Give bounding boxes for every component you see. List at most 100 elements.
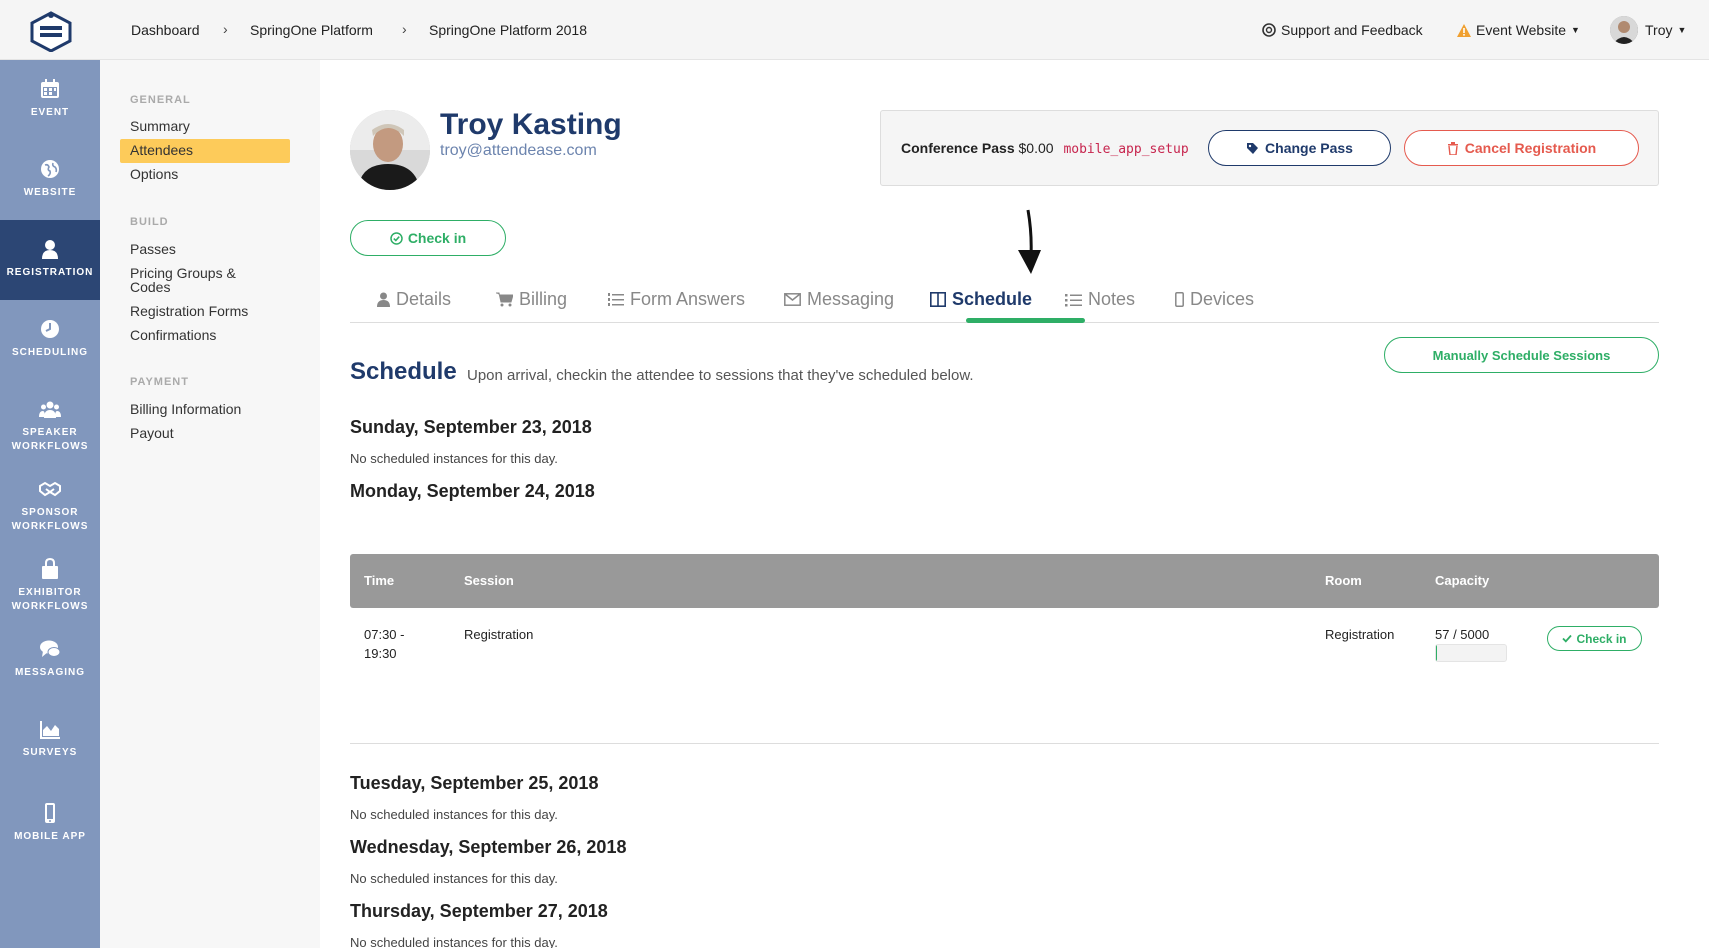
capacity-bar <box>1435 644 1507 662</box>
subnav-item-registration-forms[interactable]: Registration Forms <box>130 304 248 319</box>
user-icon <box>377 292 390 307</box>
attendee-name: Troy Kasting <box>440 108 622 141</box>
globe-icon <box>41 160 59 178</box>
event-website-label: Event Website <box>1476 22 1567 38</box>
nav-registration[interactable]: REGISTRATION <box>0 220 100 300</box>
capacity-bar-fill <box>1436 645 1437 661</box>
change-pass-button[interactable]: Change Pass <box>1208 130 1391 166</box>
nav-label-line2: WORKFLOWS <box>11 601 89 612</box>
subnav-item-summary[interactable]: Summary <box>130 119 190 134</box>
breadcrumb-event[interactable]: SpringOne Platform 2018 <box>429 22 587 38</box>
tab-label: Details <box>396 289 452 309</box>
top-bar: Dashboard › SpringOne Platform › SpringO… <box>0 0 1709 60</box>
trash-icon <box>1447 141 1458 155</box>
subnav-item-passes[interactable]: Passes <box>130 242 176 257</box>
mobile-icon <box>45 803 55 823</box>
user-menu[interactable]: Troy ▼ <box>1645 22 1686 38</box>
cart-icon <box>496 292 513 307</box>
column-time: Time <box>364 573 395 588</box>
nav-label: SPEAKER <box>22 427 78 438</box>
nav-label-line2: WORKFLOWS <box>11 441 89 452</box>
nav-messaging[interactable]: MESSAGING <box>0 620 100 700</box>
event-website-dropdown[interactable]: Event Website ▼ <box>1457 22 1580 38</box>
session-room: Registration <box>1325 627 1395 642</box>
schedule-title: Schedule <box>350 358 457 385</box>
nav-label: REGISTRATION <box>6 267 94 278</box>
no-instances-text: No scheduled instances for this day. <box>350 871 558 886</box>
day-heading: Thursday, September 27, 2018 <box>350 901 608 921</box>
calendar-icon <box>41 79 59 98</box>
mobile-icon <box>1175 292 1184 307</box>
list-ol-icon <box>608 293 624 306</box>
attendee-email[interactable]: troy@attendease.com <box>440 142 597 160</box>
logo-icon[interactable] <box>26 10 76 52</box>
user-avatar[interactable] <box>1610 16 1638 44</box>
support-link[interactable]: Support and Feedback <box>1262 22 1423 38</box>
tab-label: Messaging <box>807 289 895 309</box>
subnav-item-confirmations[interactable]: Confirmations <box>130 328 216 343</box>
caret-down-icon: ▼ <box>1677 25 1687 35</box>
day-heading: Monday, September 24, 2018 <box>350 481 595 501</box>
list-icon <box>1065 293 1082 306</box>
tab-form-answers[interactable]: Form Answers <box>608 289 745 310</box>
subnav-heading-build: BUILD <box>130 216 169 228</box>
breadcrumb-event-group[interactable]: SpringOne Platform <box>250 22 373 38</box>
main-nav: EVENT WEBSITE REGISTRATION SCHEDULING SP… <box>0 60 100 948</box>
tab-messaging[interactable]: Messaging <box>784 289 894 310</box>
tab-billing[interactable]: Billing <box>496 289 567 310</box>
chevron-right-icon: › <box>402 21 407 37</box>
session-time-end: 19:30 <box>364 646 397 661</box>
no-instances-text: No scheduled instances for this day. <box>350 807 558 822</box>
check-circle-icon <box>390 231 403 245</box>
day-heading: Tuesday, September 25, 2018 <box>350 773 599 793</box>
caret-down-icon: ▼ <box>1571 25 1580 35</box>
nav-label: SURVEYS <box>22 747 78 758</box>
tab-details[interactable]: Details <box>377 289 451 310</box>
nav-sponsor-workflows[interactable]: SPONSOR WORKFLOWS <box>0 460 100 540</box>
nav-label: SPONSOR <box>21 507 79 518</box>
chevron-right-icon: › <box>223 21 228 37</box>
columns-icon <box>930 292 946 307</box>
nav-label: EVENT <box>30 107 70 118</box>
nav-scheduling[interactable]: SCHEDULING <box>0 300 100 380</box>
subnav-item-payout[interactable]: Payout <box>130 426 174 441</box>
pass-info: Conference Pass $0.00 mobile_app_setup <box>901 140 1189 157</box>
subnav-item-pricing-codes[interactable]: Codes <box>130 280 170 295</box>
nav-website[interactable]: WEBSITE <box>0 140 100 220</box>
tab-notes[interactable]: Notes <box>1065 289 1135 310</box>
schedule-table-header: Time Session Room Capacity <box>350 554 1659 608</box>
shopping-bag-icon <box>42 558 58 579</box>
tab-devices[interactable]: Devices <box>1175 289 1254 310</box>
nav-mobile-app[interactable]: MOBILE APP <box>0 780 100 868</box>
tab-label: Schedule <box>952 289 1033 309</box>
tag-icon <box>1247 142 1259 154</box>
session-check-in-label: Check in <box>1576 631 1627 646</box>
column-room: Room <box>1325 573 1362 588</box>
nav-speaker-workflows[interactable]: SPEAKER WORKFLOWS <box>0 380 100 460</box>
active-tab-indicator <box>966 318 1085 323</box>
subnav-item-billing-information[interactable]: Billing Information <box>130 402 241 417</box>
session-time-start: 07:30 - <box>364 627 405 642</box>
check-in-label: Check in <box>407 230 467 246</box>
session-capacity: 57 / 5000 <box>1435 627 1490 642</box>
tab-label: Form Answers <box>630 289 746 309</box>
manually-schedule-button[interactable]: Manually Schedule Sessions <box>1384 337 1659 373</box>
day-heading: Wednesday, September 26, 2018 <box>350 837 627 857</box>
nav-label: WEBSITE <box>23 187 77 198</box>
nav-exhibitor-workflows[interactable]: EXHIBITOR WORKFLOWS <box>0 540 100 620</box>
subnav-item-options[interactable]: Options <box>130 167 178 182</box>
check-in-button[interactable]: Check in <box>350 220 506 256</box>
no-instances-text: No scheduled instances for this day. <box>350 451 558 466</box>
change-pass-label: Change Pass <box>1265 140 1353 156</box>
session-check-in-button[interactable]: Check in <box>1547 626 1642 651</box>
area-chart-icon <box>40 721 60 739</box>
warning-icon <box>1457 23 1471 37</box>
nav-event[interactable]: EVENT <box>0 60 100 140</box>
breadcrumb-dashboard[interactable]: Dashboard <box>131 22 200 38</box>
clock-icon <box>41 320 59 338</box>
tab-schedule[interactable]: Schedule <box>930 289 1032 310</box>
nav-surveys[interactable]: SURVEYS <box>0 700 100 780</box>
cancel-registration-button[interactable]: Cancel Registration <box>1404 130 1639 166</box>
subnav-item-attendees[interactable]: Attendees <box>120 139 290 163</box>
pass-name: Conference Pass <box>901 140 1015 156</box>
